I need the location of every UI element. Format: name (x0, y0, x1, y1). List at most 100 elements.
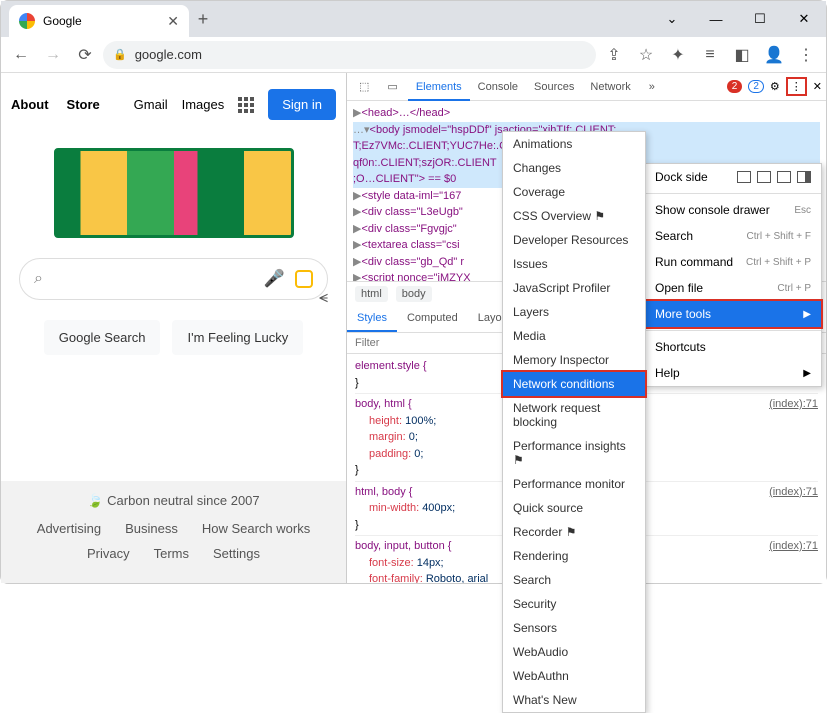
menu-item[interactable]: Shortcuts (645, 334, 821, 360)
lucky-button[interactable]: I'm Feeling Lucky (172, 320, 303, 355)
signin-button[interactable]: Sign in (268, 89, 336, 120)
carbon-text: Carbon neutral since 2007 (107, 493, 260, 508)
footer-link[interactable]: Settings (213, 546, 260, 561)
menu-item[interactable]: Help▶ (645, 360, 821, 386)
page-footer: 🍃 Carbon neutral since 2007 AdvertisingB… (1, 481, 346, 583)
google-doodle[interactable] (54, 148, 294, 238)
menu-item[interactable]: Show console drawerEsc (645, 197, 821, 223)
submenu-item[interactable]: Developer Resources (503, 228, 645, 252)
submenu-item[interactable]: Sensors (503, 616, 645, 640)
close-tab-icon[interactable]: ✕ (167, 13, 179, 30)
gear-icon[interactable]: ⚙ (770, 80, 780, 93)
submenu-item[interactable]: JavaScript Profiler (503, 276, 645, 300)
menu-item[interactable]: SearchCtrl + Shift + F (645, 223, 821, 249)
address-bar[interactable]: 🔒 google.com (103, 41, 596, 69)
submenu-item[interactable]: Security (503, 592, 645, 616)
titlebar: Google ✕ + ⌄ — ☐ ✕ (1, 1, 826, 37)
submenu-item[interactable]: Issues (503, 252, 645, 276)
url-text: google.com (135, 47, 202, 62)
forward-button[interactable]: → (39, 41, 67, 69)
devtools-tab[interactable]: Network (582, 75, 638, 99)
devtools-tab[interactable]: Sources (526, 75, 582, 99)
submenu-item[interactable]: Search (503, 568, 645, 592)
profile-icon[interactable]: 👤 (760, 41, 788, 69)
browser-tab[interactable]: Google ✕ (9, 5, 189, 37)
close-devtools-icon[interactable]: ✕ (813, 80, 822, 93)
submenu-item[interactable]: Quick source (503, 496, 645, 520)
devtools-tab[interactable]: Console (470, 75, 526, 99)
browser-toolbar: ← → ⟳ 🔒 google.com ⇪ ☆ ✦ ≡ ◧ 👤 ⋮ (1, 37, 826, 73)
submenu-item[interactable]: Performance monitor (503, 472, 645, 496)
submenu-item[interactable]: What's New (503, 688, 645, 712)
dock-right-icon[interactable] (797, 171, 811, 183)
chrome-menu-icon[interactable]: ⋮ (792, 41, 820, 69)
dock-side-row: Dock side (645, 164, 821, 190)
window-controls: ⌄ — ☐ ✕ (650, 1, 826, 37)
share-doodle-icon[interactable]: ⪪ (319, 289, 328, 307)
search-input[interactable]: ⌕ 🎤 (19, 258, 328, 300)
more-tabs-icon[interactable]: » (641, 75, 663, 99)
dock-left-icon[interactable] (757, 171, 771, 183)
styles-tab[interactable]: Computed (397, 306, 468, 332)
maximize-button[interactable]: ☐ (738, 1, 782, 37)
footer-link[interactable]: Advertising (37, 521, 101, 536)
submenu-item[interactable]: Rendering (503, 544, 645, 568)
more-tools-submenu: AnimationsChangesCoverageCSS Overview ⚑D… (502, 131, 646, 713)
submenu-item[interactable]: Recorder ⚑ (503, 520, 645, 544)
reload-button[interactable]: ⟳ (71, 41, 99, 69)
dock-undock-icon[interactable] (737, 171, 751, 183)
inspect-icon[interactable]: ⬚ (351, 74, 377, 99)
info-badge[interactable]: 2 (748, 80, 764, 93)
google-search-button[interactable]: Google Search (44, 320, 161, 355)
apps-icon[interactable] (238, 97, 254, 113)
bookmark-icon[interactable]: ☆ (632, 41, 660, 69)
about-link[interactable]: About (11, 97, 49, 112)
sidepanel-icon[interactable]: ◧ (728, 41, 756, 69)
chevron-down-icon[interactable]: ⌄ (650, 1, 694, 37)
menu-item[interactable]: Run commandCtrl + Shift + P (645, 249, 821, 275)
minimize-button[interactable]: — (694, 1, 738, 37)
submenu-item[interactable]: Media (503, 324, 645, 348)
more-tools-item[interactable]: More tools▶ (643, 299, 823, 329)
submenu-item[interactable]: WebAudio (503, 640, 645, 664)
devtools-tab[interactable]: Elements (408, 75, 470, 101)
breadcrumb-item[interactable]: html (355, 286, 388, 302)
google-page: About Store Gmail Images Sign in ⪪ ⌕ 🎤 G… (1, 73, 346, 583)
store-link[interactable]: Store (67, 97, 100, 112)
error-badge[interactable]: 2 (727, 80, 743, 93)
share-icon[interactable]: ⇪ (600, 41, 628, 69)
submenu-item[interactable]: Layers (503, 300, 645, 324)
extensions-icon[interactable]: ✦ (664, 41, 692, 69)
submenu-item[interactable]: Memory Inspector (503, 348, 645, 372)
footer-link[interactable]: Terms (154, 546, 189, 561)
mic-icon[interactable]: 🎤 (264, 269, 285, 289)
submenu-item[interactable]: Performance insights ⚑ (503, 434, 645, 472)
submenu-item[interactable]: CSS Overview ⚑ (503, 204, 645, 228)
footer-link[interactable]: Privacy (87, 546, 130, 561)
images-link[interactable]: Images (182, 97, 225, 112)
styles-tab[interactable]: Styles (347, 306, 397, 332)
devtools-menu-icon[interactable]: ⋮ (786, 77, 807, 96)
menu-item[interactable]: Open fileCtrl + P (645, 275, 821, 301)
back-button[interactable]: ← (7, 41, 35, 69)
submenu-item[interactable]: WebAuthn (503, 664, 645, 688)
submenu-item[interactable]: Animations (503, 132, 645, 156)
search-icon: ⌕ (34, 270, 43, 288)
new-tab-button[interactable]: + (189, 5, 217, 33)
close-window-button[interactable]: ✕ (782, 1, 826, 37)
device-icon[interactable]: ▭ (379, 74, 405, 99)
submenu-item[interactable]: Network conditions (501, 370, 647, 398)
camera-icon[interactable] (295, 270, 313, 288)
submenu-item[interactable]: Network request blocking (503, 396, 645, 434)
dock-bottom-icon[interactable] (777, 171, 791, 183)
gmail-link[interactable]: Gmail (134, 97, 168, 112)
footer-link[interactable]: How Search works (202, 521, 310, 536)
submenu-item[interactable]: Changes (503, 156, 645, 180)
reading-list-icon[interactable]: ≡ (696, 41, 724, 69)
submenu-item[interactable]: Coverage (503, 180, 645, 204)
favicon-icon (19, 13, 35, 29)
tab-title: Google (43, 14, 159, 28)
devtools-tabs: ⬚ ▭ ElementsConsoleSourcesNetwork » 2 2 … (347, 73, 826, 101)
footer-link[interactable]: Business (125, 521, 178, 536)
breadcrumb-item[interactable]: body (396, 286, 432, 302)
